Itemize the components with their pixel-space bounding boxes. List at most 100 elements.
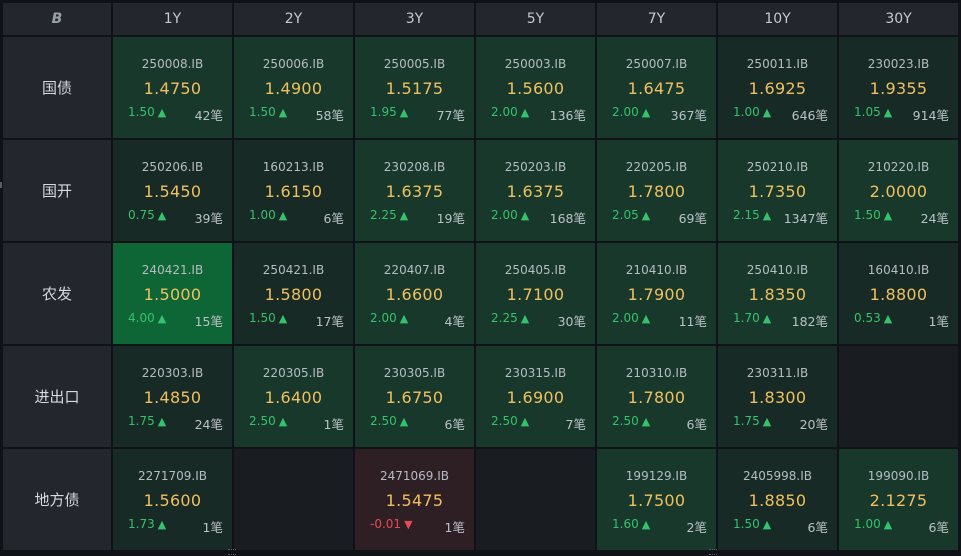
arrow-up-icon: ▲ bbox=[762, 518, 772, 531]
change-number: 2.50 bbox=[491, 414, 518, 428]
quote-cell[interactable]: 210410.IB 1.7900 2.00 ▲ 11笔 bbox=[597, 243, 716, 344]
bond-code: 230315.IB bbox=[504, 366, 567, 380]
bond-code: 2405998.IB bbox=[742, 469, 813, 483]
quote-cell[interactable]: 2271709.IB 1.5600 1.73 ▲ 1笔 bbox=[113, 449, 232, 550]
quote-cell[interactable]: 220205.IB 1.7800 2.05 ▲ 69笔 bbox=[597, 140, 716, 241]
trade-count: 24笔 bbox=[920, 211, 949, 226]
trade-count: 6笔 bbox=[444, 417, 465, 432]
row-label[interactable]: 国债 bbox=[3, 37, 111, 138]
quote-cell[interactable]: 230305.IB 1.6750 2.50 ▲ 6笔 bbox=[355, 346, 474, 447]
arrow-up-icon: ▲ bbox=[399, 312, 409, 325]
change-value: 1.50 ▲ bbox=[128, 105, 166, 119]
bond-code: 220407.IB bbox=[383, 263, 446, 277]
quote-cell[interactable]: 250405.IB 1.7100 2.25 ▲ 30笔 bbox=[476, 243, 595, 344]
trade-count: 1笔 bbox=[323, 417, 344, 432]
quote-cell[interactable]: 160410.IB 1.8800 0.53 ▲ 1笔 bbox=[839, 243, 958, 344]
quote-cell[interactable]: 230311.IB 1.8300 1.75 ▲ 20笔 bbox=[718, 346, 837, 447]
arrow-up-icon: ▲ bbox=[157, 209, 167, 222]
quote-cell[interactable]: 250410.IB 1.8350 1.70 ▲ 182笔 bbox=[718, 243, 837, 344]
arrow-up-icon: ▲ bbox=[883, 209, 893, 222]
arrow-up-icon: ▲ bbox=[157, 518, 167, 531]
row-label[interactable]: 农发 bbox=[3, 243, 111, 344]
quote-cell[interactable]: 230023.IB 1.9355 1.05 ▲ 914笔 bbox=[839, 37, 958, 138]
change-value: 2.15 ▲ bbox=[733, 208, 771, 222]
quote-cell[interactable]: 250210.IB 1.7350 2.15 ▲ 1347笔 bbox=[718, 140, 837, 241]
tenor-header-5y[interactable]: 5Y bbox=[476, 3, 595, 35]
bond-code: 250005.IB bbox=[383, 57, 446, 71]
quote-cell[interactable]: 250006.IB 1.4900 1.50 ▲ 58笔 bbox=[234, 37, 353, 138]
bond-code: 160410.IB bbox=[867, 263, 930, 277]
change-number: 2.00 bbox=[491, 208, 518, 222]
app-logo-icon: B bbox=[51, 11, 63, 27]
quote-cell[interactable]: 2405998.IB 1.8850 1.50 ▲ 6笔 bbox=[718, 449, 837, 550]
trade-count: 42笔 bbox=[194, 108, 223, 123]
quote-cell[interactable]: 199129.IB 1.7500 1.60 ▲ 2笔 bbox=[597, 449, 716, 550]
change-number: 1.73 bbox=[128, 517, 155, 531]
change-value: 2.00 ▲ bbox=[612, 105, 650, 119]
yield-price: 1.6900 bbox=[506, 388, 565, 407]
yield-price: 1.4900 bbox=[264, 79, 323, 98]
change-number: 1.50 bbox=[854, 208, 881, 222]
quote-cell[interactable]: 250421.IB 1.5800 1.50 ▲ 17笔 bbox=[234, 243, 353, 344]
side-resize-handle[interactable] bbox=[0, 182, 2, 188]
quote-cell[interactable]: 160213.IB 1.6150 1.00 ▲ 6笔 bbox=[234, 140, 353, 241]
change-value: 0.53 ▲ bbox=[854, 311, 892, 325]
quote-cell[interactable]: 199090.IB 2.1275 1.00 ▲ 6笔 bbox=[839, 449, 958, 550]
tenor-header-30y[interactable]: 30Y bbox=[839, 3, 958, 35]
tenor-header-3y[interactable]: 3Y bbox=[355, 3, 474, 35]
change-value: 1.73 ▲ bbox=[128, 517, 166, 531]
trade-count: 914笔 bbox=[912, 108, 949, 123]
quote-cell[interactable]: 250008.IB 1.4750 1.50 ▲ 42笔 bbox=[113, 37, 232, 138]
change-value: 2.25 ▲ bbox=[370, 208, 408, 222]
quote-cell[interactable]: 210310.IB 1.7800 2.50 ▲ 6笔 bbox=[597, 346, 716, 447]
bond-code: 240421.IB bbox=[141, 263, 204, 277]
row-label[interactable]: 地方债 bbox=[3, 449, 111, 550]
bottom-resize-handle-left[interactable] bbox=[228, 549, 236, 555]
quote-cell[interactable]: 250007.IB 1.6475 2.00 ▲ 367笔 bbox=[597, 37, 716, 138]
quote-cell[interactable]: 220303.IB 1.4850 1.75 ▲ 24笔 bbox=[113, 346, 232, 447]
yield-price: 1.6475 bbox=[627, 79, 686, 98]
bottom-resize-handle-right[interactable] bbox=[709, 549, 717, 555]
quote-cell[interactable]: 2471069.IB 1.5475 -0.01 ▼ 1笔 bbox=[355, 449, 474, 550]
quote-cell[interactable]: 220305.IB 1.6400 2.50 ▲ 1笔 bbox=[234, 346, 353, 447]
change-number: 1.75 bbox=[733, 414, 760, 428]
quote-cell[interactable]: 250005.IB 1.5175 1.95 ▲ 77笔 bbox=[355, 37, 474, 138]
tenor-header-2y[interactable]: 2Y bbox=[234, 3, 353, 35]
change-number: 2.00 bbox=[612, 311, 639, 325]
yield-price: 1.7800 bbox=[627, 388, 686, 407]
yield-price: 1.6375 bbox=[506, 182, 565, 201]
yield-price: 1.7350 bbox=[748, 182, 807, 201]
quote-cell[interactable]: 250206.IB 1.5450 0.75 ▲ 39笔 bbox=[113, 140, 232, 241]
trade-count: 11笔 bbox=[678, 314, 707, 329]
change-value: 4.00 ▲ bbox=[128, 311, 166, 325]
change-value: 1.00 ▲ bbox=[854, 517, 892, 531]
yield-price: 1.4850 bbox=[143, 388, 202, 407]
arrow-up-icon: ▲ bbox=[399, 106, 409, 119]
quote-cell[interactable]: 250011.IB 1.6925 1.00 ▲ 646笔 bbox=[718, 37, 837, 138]
change-value: 1.95 ▲ bbox=[370, 105, 408, 119]
tenor-header-7y[interactable]: 7Y bbox=[597, 3, 716, 35]
quote-cell[interactable]: 230315.IB 1.6900 2.50 ▲ 7笔 bbox=[476, 346, 595, 447]
tenor-header-10y[interactable]: 10Y bbox=[718, 3, 837, 35]
trade-count: 15笔 bbox=[194, 314, 223, 329]
change-number: 2.00 bbox=[491, 105, 518, 119]
arrow-up-icon: ▲ bbox=[762, 209, 772, 222]
tenor-header-1y[interactable]: 1Y bbox=[113, 3, 232, 35]
change-number: 1.75 bbox=[128, 414, 155, 428]
arrow-up-icon: ▲ bbox=[641, 415, 651, 428]
change-number: 2.00 bbox=[370, 311, 397, 325]
quote-cell[interactable]: 250203.IB 1.6375 2.00 ▲ 168笔 bbox=[476, 140, 595, 241]
yield-price: 1.4750 bbox=[143, 79, 202, 98]
change-value: 1.50 ▲ bbox=[249, 311, 287, 325]
quote-cell[interactable]: 210220.IB 2.0000 1.50 ▲ 24笔 bbox=[839, 140, 958, 241]
quote-cell[interactable]: 240421.IB 1.5000 4.00 ▲ 15笔 bbox=[113, 243, 232, 344]
row-label[interactable]: 国开 bbox=[3, 140, 111, 241]
quote-cell[interactable]: 230208.IB 1.6375 2.25 ▲ 19笔 bbox=[355, 140, 474, 241]
row-label[interactable]: 进出口 bbox=[3, 346, 111, 447]
quote-cell[interactable]: 250003.IB 1.5600 2.00 ▲ 136笔 bbox=[476, 37, 595, 138]
trade-count: 19笔 bbox=[436, 211, 465, 226]
quote-cell[interactable]: 220407.IB 1.6600 2.00 ▲ 4笔 bbox=[355, 243, 474, 344]
bond-code: 250405.IB bbox=[504, 263, 567, 277]
trade-count: 24笔 bbox=[194, 417, 223, 432]
trade-count: 77笔 bbox=[436, 108, 465, 123]
